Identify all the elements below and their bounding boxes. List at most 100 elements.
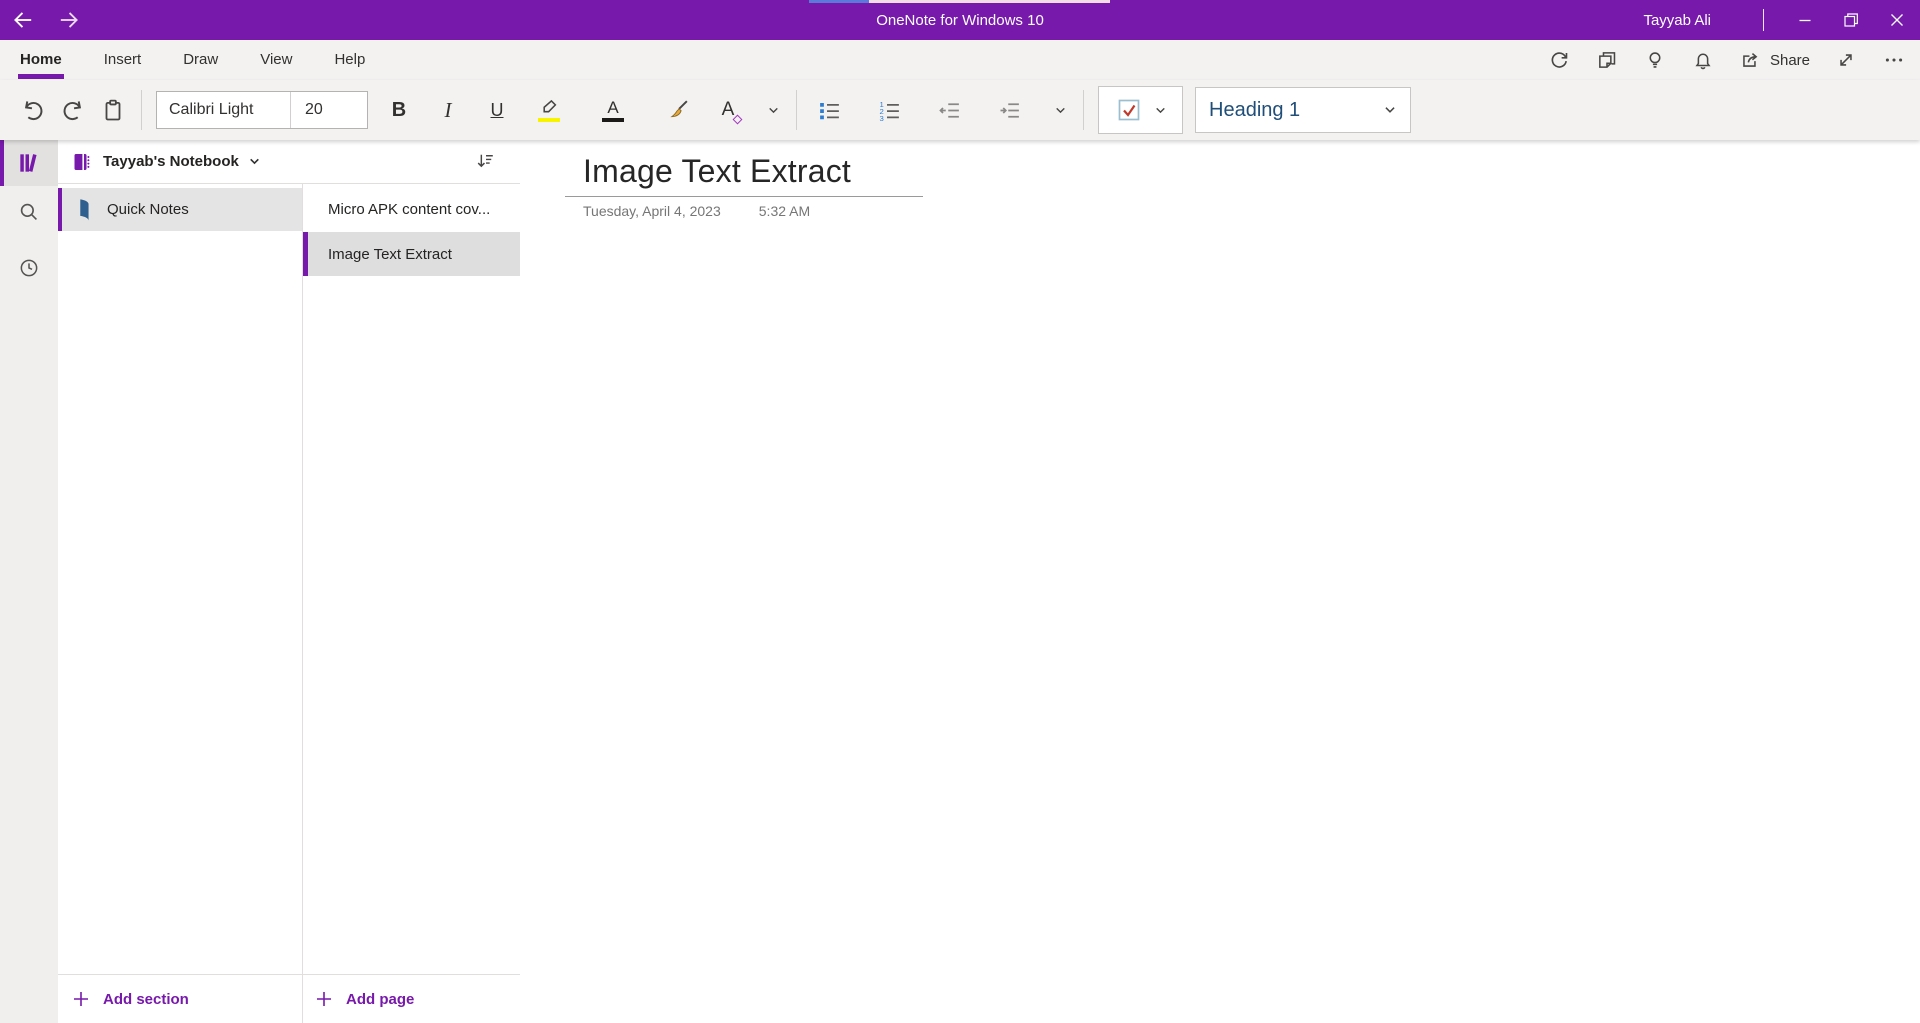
sync-button[interactable] bbox=[1547, 48, 1571, 72]
redo-icon bbox=[60, 97, 86, 123]
section-item-quick-notes[interactable]: Quick Notes bbox=[58, 188, 302, 231]
notebook-panes: Tayyab's Notebook bbox=[58, 140, 520, 1023]
paragraph-more-button[interactable] bbox=[1045, 90, 1075, 130]
search-button[interactable] bbox=[0, 188, 58, 236]
paragraph-style-dropdown[interactable]: Heading 1 bbox=[1195, 87, 1411, 133]
todo-tag-button[interactable] bbox=[1098, 86, 1183, 134]
chevron-down-icon[interactable] bbox=[248, 155, 261, 168]
sort-icon bbox=[473, 149, 498, 174]
add-page-button[interactable]: Add page bbox=[303, 974, 520, 1023]
ribbon-divider bbox=[141, 90, 142, 130]
page-title: Micro APK content cov... bbox=[328, 201, 490, 218]
tab-insert[interactable]: Insert bbox=[104, 40, 142, 80]
sticky-notes-button[interactable] bbox=[1595, 48, 1619, 72]
format-painter-button[interactable] bbox=[658, 90, 698, 130]
clear-formatting-icon: A bbox=[722, 99, 735, 120]
lightbulb-icon bbox=[1644, 49, 1666, 71]
back-arrow-icon bbox=[11, 8, 35, 32]
tab-home[interactable]: Home bbox=[20, 40, 62, 80]
highlighter-icon bbox=[537, 99, 561, 116]
restore-button[interactable] bbox=[1828, 0, 1874, 40]
indent-button[interactable] bbox=[989, 90, 1029, 130]
clear-formatting-button[interactable]: A bbox=[708, 90, 748, 130]
forward-button[interactable] bbox=[46, 0, 92, 40]
sort-pages-button[interactable] bbox=[473, 149, 498, 174]
font-color-button[interactable]: A bbox=[593, 90, 633, 130]
notifications-button[interactable] bbox=[1691, 48, 1715, 72]
title-bar: OneNote for Windows 10 Tayyab Ali bbox=[0, 0, 1920, 40]
font-color-bar bbox=[602, 118, 624, 122]
add-page-label: Add page bbox=[346, 991, 414, 1008]
resize-diagonal-icon bbox=[1835, 49, 1857, 71]
redo-button[interactable] bbox=[53, 90, 93, 130]
page-item-image-text-extract[interactable]: Image Text Extract bbox=[303, 232, 520, 276]
page-title-field[interactable]: Image Text Extract bbox=[583, 152, 1920, 190]
outdent-button[interactable] bbox=[929, 90, 969, 130]
tab-draw[interactable]: Draw bbox=[183, 40, 218, 80]
ribbon-divider bbox=[1083, 90, 1084, 130]
italic-button[interactable]: I bbox=[428, 90, 468, 130]
page-time: 5:32 AM bbox=[759, 203, 810, 219]
sections-pane: Quick Notes Add section bbox=[58, 184, 302, 1023]
sync-icon bbox=[1548, 49, 1570, 71]
paste-button[interactable] bbox=[93, 90, 133, 130]
numbered-list-icon: 123 bbox=[877, 98, 902, 123]
notebook-header: Tayyab's Notebook bbox=[58, 140, 520, 184]
undo-button[interactable] bbox=[13, 90, 53, 130]
ideas-button[interactable] bbox=[1643, 48, 1667, 72]
menu-bar: Home Insert Draw View Help bbox=[0, 40, 1920, 80]
highlight-button[interactable] bbox=[529, 90, 569, 130]
navigation-rail bbox=[0, 140, 58, 1023]
tab-help[interactable]: Help bbox=[334, 40, 365, 80]
recent-notes-button[interactable] bbox=[0, 244, 58, 292]
minimize-icon bbox=[1795, 10, 1815, 30]
bell-icon bbox=[1692, 49, 1714, 71]
font-size-input[interactable]: 20 bbox=[290, 92, 367, 128]
bulleted-list-button[interactable] bbox=[809, 90, 849, 130]
forward-arrow-icon bbox=[57, 8, 81, 32]
add-section-label: Add section bbox=[103, 991, 189, 1008]
outdent-icon bbox=[937, 98, 962, 123]
font-group: Calibri Light 20 bbox=[156, 91, 368, 129]
bold-button[interactable]: B bbox=[379, 90, 419, 130]
format-painter-icon bbox=[665, 97, 691, 123]
chevron-down-icon[interactable] bbox=[1154, 104, 1167, 117]
ellipsis-icon bbox=[1883, 49, 1905, 71]
italic-icon: I bbox=[445, 98, 452, 123]
ribbon-toolbar: Calibri Light 20 B I U A bbox=[0, 80, 1920, 140]
library-icon bbox=[16, 150, 42, 176]
account-name[interactable]: Tayyab Ali bbox=[1643, 12, 1711, 29]
clock-icon bbox=[17, 256, 41, 280]
show-navigation-button[interactable] bbox=[0, 140, 58, 186]
bold-icon: B bbox=[392, 99, 406, 122]
page-list: Micro APK content cov... Image Text Extr… bbox=[303, 184, 520, 974]
font-more-button[interactable] bbox=[758, 90, 788, 130]
numbered-list-button[interactable]: 123 bbox=[869, 90, 909, 130]
screen-edge-strip-pink bbox=[869, 0, 1110, 3]
notebook-title[interactable]: Tayyab's Notebook bbox=[103, 153, 239, 170]
underline-icon: U bbox=[491, 100, 504, 121]
sticky-notes-icon bbox=[1596, 49, 1618, 71]
back-button[interactable] bbox=[0, 0, 46, 40]
page-item-micro-apk[interactable]: Micro APK content cov... bbox=[303, 188, 520, 230]
underline-button[interactable]: U bbox=[477, 90, 517, 130]
close-button[interactable] bbox=[1874, 0, 1920, 40]
clipboard-icon bbox=[100, 97, 126, 123]
highlight-color-bar bbox=[538, 118, 560, 122]
page-title: Image Text Extract bbox=[328, 246, 452, 263]
page-editor[interactable]: Image Text Extract Tuesday, April 4, 202… bbox=[520, 140, 1920, 1023]
share-button[interactable]: Share bbox=[1739, 49, 1810, 71]
screen-edge-strip-blue bbox=[809, 0, 869, 3]
titlebar-divider bbox=[1763, 9, 1764, 31]
title-underline bbox=[565, 196, 923, 197]
close-icon bbox=[1887, 10, 1907, 30]
more-options-button[interactable] bbox=[1882, 48, 1906, 72]
minimize-button[interactable] bbox=[1782, 0, 1828, 40]
undo-icon bbox=[20, 97, 46, 123]
page-date: Tuesday, April 4, 2023 bbox=[583, 203, 721, 219]
fullscreen-button[interactable] bbox=[1834, 48, 1858, 72]
add-section-button[interactable]: Add section bbox=[58, 974, 302, 1023]
clear-formatting-diamond bbox=[733, 115, 743, 125]
font-name-input[interactable]: Calibri Light bbox=[157, 92, 290, 128]
tab-view[interactable]: View bbox=[260, 40, 292, 80]
